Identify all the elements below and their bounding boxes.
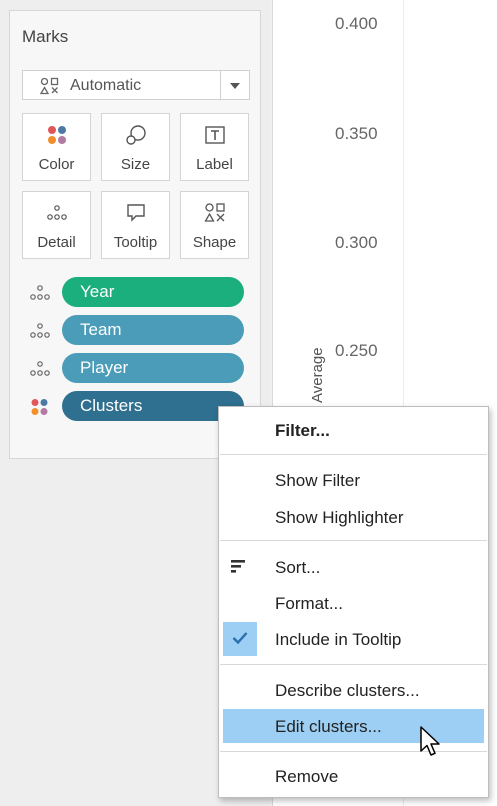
tooltip-icon [102,200,169,226]
team-pill[interactable]: Team [62,315,244,345]
pill-row-year: Year [22,277,254,307]
pill-row-player: Player [22,353,254,383]
size-button[interactable]: Size [101,113,170,181]
dropdown-separator [220,71,221,99]
label-icon [181,122,248,148]
detail-icon [30,285,50,300]
detail-icon [23,200,90,226]
menu-separator [220,664,487,665]
y-tick: 0.400 [335,14,378,33]
year-pill[interactable]: Year [62,277,244,307]
menu-separator [220,540,487,541]
check-icon [232,632,248,645]
marks-card: Marks Automatic Color Size Label Detail … [9,10,261,459]
y-axis-label[interactable]: Average [309,313,329,403]
menu-item-show-highlighter[interactable]: Show Highlighter [219,500,488,534]
menu-item-label: Show Highlighter [275,508,404,527]
menu-separator [220,454,487,455]
color-icon [31,399,48,415]
y-tick: 0.350 [335,124,378,143]
menu-item-sort[interactable]: Sort... [219,550,488,584]
y-tick: 0.250 [335,341,378,360]
shape-button[interactable]: Shape [180,191,249,259]
tooltip-label: Tooltip [113,234,158,251]
menu-item-label: Edit clusters... [275,717,382,736]
menu-item-label: Format... [275,594,344,613]
shape-label: Shape [192,234,237,251]
label-label: Label [196,156,233,173]
menu-item-label: Show Filter [275,471,361,490]
mark-type-dropdown[interactable]: Automatic [22,70,250,100]
shape-icon [181,200,248,226]
mouse-cursor-icon [420,726,440,756]
sort-icon [231,560,245,573]
menu-item-label: Include in Tooltip [275,630,402,649]
chevron-down-icon[interactable] [230,83,240,89]
menu-item-describe-clusters[interactable]: Describe clusters... [219,673,488,707]
color-button[interactable]: Color [22,113,91,181]
context-menu: Filter... Show Filter Show Highlighter S… [218,406,489,798]
clusters-pill[interactable]: Clusters [62,391,244,421]
size-icon [102,122,169,148]
color-icon [23,122,90,148]
menu-item-show-filter[interactable]: Show Filter [219,463,488,497]
automatic-mark-icon [40,77,59,95]
menu-separator [220,751,487,752]
check-highlight [223,622,257,656]
menu-item-format[interactable]: Format... [219,586,488,620]
mark-type-label: Automatic [70,77,142,94]
menu-item-label: Filter... [275,421,330,440]
detail-label: Detail [37,234,76,251]
color-label: Color [38,156,75,173]
menu-item-label: Remove [275,767,339,786]
y-tick: 0.300 [335,233,378,252]
tooltip-button[interactable]: Tooltip [101,191,170,259]
label-button[interactable]: Label [180,113,249,181]
menu-item-label: Describe clusters... [275,681,420,700]
size-label: Size [120,156,151,173]
player-pill[interactable]: Player [62,353,244,383]
marks-title: Marks [22,27,69,46]
detail-icon [30,361,50,376]
menu-item-remove[interactable]: Remove [219,759,488,793]
detail-button[interactable]: Detail [22,191,91,259]
menu-item-label: Sort... [275,558,321,577]
detail-icon [30,323,50,338]
menu-item-include-in-tooltip[interactable]: Include in Tooltip [219,622,488,656]
menu-item-filter[interactable]: Filter... [219,413,488,447]
pill-row-team: Team [22,315,254,345]
menu-item-edit-clusters[interactable]: Edit clusters... [223,709,484,743]
